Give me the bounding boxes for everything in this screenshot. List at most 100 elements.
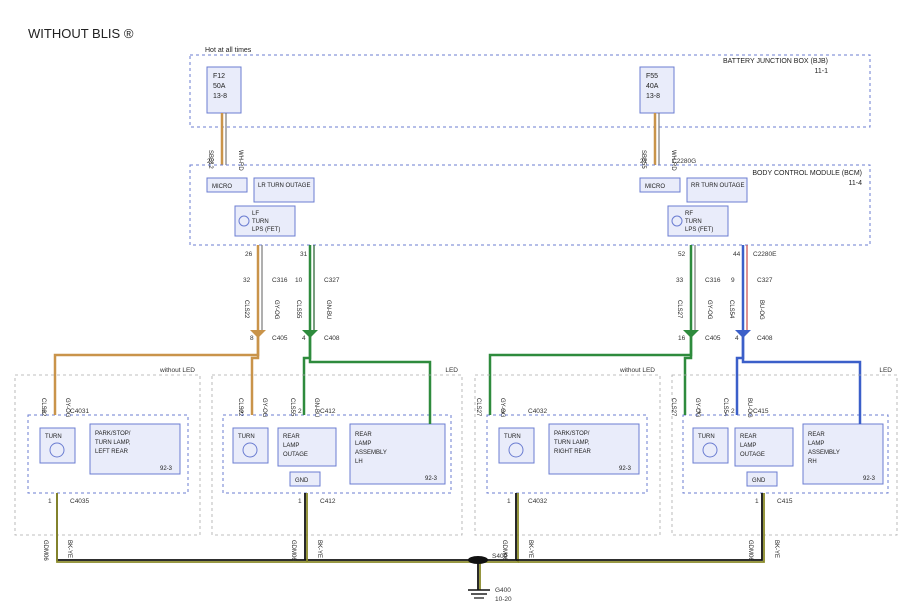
wiring-diagram: WITHOUT BLIS ® Hot at all times BATTERY …	[0, 0, 908, 610]
svg-text:RF: RF	[685, 211, 693, 217]
f12-amps: 50A	[213, 83, 226, 90]
f55-amps: 40A	[646, 83, 659, 90]
svg-text:22: 22	[207, 158, 215, 165]
svg-text:LPS (FET): LPS (FET)	[252, 227, 280, 233]
svg-text:1: 1	[507, 498, 511, 505]
svg-text:C412: C412	[320, 408, 336, 415]
lr-outage	[254, 178, 314, 202]
wire-44: CLS54 BU-OG 9 C327 4 C408	[728, 245, 773, 342]
wire-31: CLS55 GN-BU 10 C327 4 C408	[295, 245, 340, 342]
svg-text:92-3: 92-3	[619, 466, 632, 472]
svg-text:BK-YE: BK-YE	[773, 540, 779, 558]
rr-outage	[687, 178, 747, 202]
svg-text:C415: C415	[753, 408, 769, 415]
svg-text:RR TURN OUTAGE: RR TURN OUTAGE	[691, 183, 744, 189]
svg-text:OUTAGE: OUTAGE	[283, 452, 308, 458]
svg-text:TURN: TURN	[252, 219, 269, 225]
svg-text:TURN: TURN	[504, 434, 521, 440]
svg-text:GDM06: GDM06	[747, 540, 753, 561]
bcm-name: BODY CONTROL MODULE (BCM)	[752, 170, 862, 177]
svg-text:GDM06: GDM06	[42, 540, 48, 561]
svg-text:16: 16	[678, 335, 686, 342]
f12-id: F12	[213, 73, 225, 80]
svg-text:PARK/STOP/: PARK/STOP/	[95, 431, 131, 437]
branch-green-r	[490, 330, 699, 400]
svg-text:CLS22: CLS22	[243, 300, 249, 319]
svg-text:LR TURN OUTAGE: LR TURN OUTAGE	[258, 183, 310, 189]
svg-text:C4032: C4032	[528, 498, 548, 505]
svg-text:TURN: TURN	[45, 434, 62, 440]
bjb-outer	[190, 55, 870, 127]
svg-text:1: 1	[240, 408, 244, 415]
pin-44: 44	[733, 251, 741, 258]
svg-text:92-3: 92-3	[425, 476, 438, 482]
svg-text:TURN: TURN	[238, 434, 255, 440]
bcm-ref: 11-4	[849, 180, 863, 187]
svg-text:32: 32	[243, 277, 251, 284]
wire-52: CLS27 GY-OG 33 C316 16 C405	[676, 245, 721, 342]
svg-text:BK-YE: BK-YE	[527, 540, 533, 558]
svg-text:RIGHT REAR: RIGHT REAR	[554, 449, 592, 455]
svg-text:C2280G: C2280G	[672, 158, 696, 165]
svg-text:2: 2	[298, 408, 302, 415]
svg-text:LAMP: LAMP	[283, 443, 299, 449]
svg-text:MICRO: MICRO	[645, 184, 665, 190]
svg-text:GY-OG: GY-OG	[706, 300, 712, 320]
svg-text:BK-YE: BK-YE	[316, 540, 322, 558]
branch-green-l	[302, 330, 430, 400]
svg-text:REAR: REAR	[355, 432, 372, 438]
svg-text:GN-BU: GN-BU	[325, 300, 331, 319]
svg-text:C4031: C4031	[70, 408, 90, 415]
svg-text:C405: C405	[272, 335, 288, 342]
w-cls27-c: CLS27	[475, 398, 481, 417]
svg-text:1: 1	[698, 408, 702, 415]
svg-text:LEFT REAR: LEFT REAR	[95, 449, 129, 455]
w-cls55-b: CLS55	[289, 398, 295, 417]
svg-text:LAMP: LAMP	[355, 441, 371, 447]
svg-text:C4032: C4032	[528, 408, 548, 415]
svg-text:TURN: TURN	[698, 434, 715, 440]
svg-text:RH: RH	[808, 459, 817, 465]
f55-ref: 13-8	[646, 93, 660, 100]
svg-text:3: 3	[42, 408, 46, 415]
svg-text:4: 4	[735, 335, 739, 342]
pin-26: 26	[245, 251, 253, 258]
diagram-title: WITHOUT BLIS ®	[28, 26, 134, 41]
c2280e: C2280E	[753, 251, 777, 258]
svg-text:OUTAGE: OUTAGE	[740, 452, 765, 458]
wire-bjb-left: SBB12 WH-RD 22	[207, 113, 243, 171]
svg-text:BK-YE: BK-YE	[66, 540, 72, 558]
splice-s409	[468, 556, 488, 564]
svg-text:REAR: REAR	[283, 434, 300, 440]
ground-bus: GDM06 BK-YE GDM06 BK-YE GDM06 BK-YE GDM0…	[42, 493, 779, 590]
svg-text:GDM06: GDM06	[290, 540, 296, 561]
w-cls27-d: CLS27	[670, 398, 676, 417]
svg-text:C408: C408	[324, 335, 340, 342]
svg-text:C412: C412	[320, 498, 336, 505]
w-gnbu-b: GN-BU	[313, 398, 319, 417]
svg-text:C408: C408	[757, 335, 773, 342]
svg-text:GND: GND	[752, 478, 766, 484]
grp4-label: LED	[879, 367, 892, 374]
svg-text:92-3: 92-3	[863, 476, 876, 482]
svg-text:1: 1	[48, 498, 52, 505]
grp1-label: without LED	[159, 367, 195, 374]
svg-text:LPS (FET): LPS (FET)	[685, 227, 713, 233]
grp2-label: LED	[445, 367, 458, 374]
svg-text:TURN LAMP,: TURN LAMP,	[95, 440, 131, 446]
ground-icon: G400 10-20	[468, 587, 512, 603]
svg-text:LAMP: LAMP	[740, 443, 756, 449]
svg-text:4: 4	[302, 335, 306, 342]
svg-text:TURN LAMP,: TURN LAMP,	[554, 440, 590, 446]
svg-text:10-20: 10-20	[495, 596, 512, 603]
svg-text:TURN: TURN	[685, 219, 702, 225]
hot-label: Hot at all times	[205, 47, 252, 54]
bjb-name: BATTERY JUNCTION BOX (BJB)	[723, 58, 828, 65]
svg-text:C327: C327	[757, 277, 773, 284]
svg-text:GND: GND	[295, 478, 309, 484]
svg-text:10: 10	[295, 277, 303, 284]
svg-text:9: 9	[731, 277, 735, 284]
svg-text:WH-RD: WH-RD	[237, 150, 243, 171]
svg-text:C415: C415	[777, 498, 793, 505]
svg-text:2: 2	[731, 408, 735, 415]
